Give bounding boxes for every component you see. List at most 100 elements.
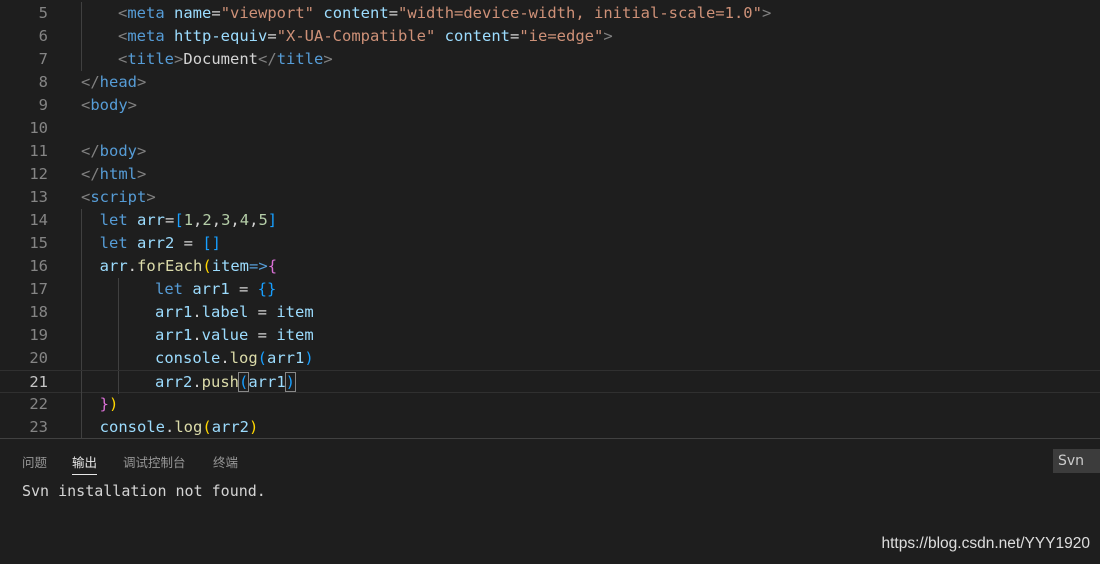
code-line[interactable]: 18 arr1.label = item <box>0 301 1100 324</box>
code-token: > <box>146 188 156 206</box>
code-token: . <box>192 326 202 344</box>
code-token: ] <box>267 211 278 229</box>
indent-guide <box>81 371 82 394</box>
code-token: name <box>174 4 212 22</box>
code-token: arr2 <box>211 418 250 436</box>
code-text: <title>Document</title> <box>118 48 333 71</box>
code-token: arr1 <box>192 280 230 298</box>
code-token: 4 <box>239 211 250 229</box>
code-token: item <box>276 303 314 321</box>
code-token: < <box>81 96 91 114</box>
code-token: "X-UA-Compatible" <box>276 27 436 45</box>
code-line[interactable]: 16 arr.forEach(item=>{ <box>0 255 1100 278</box>
output-text: Svn installation not found. <box>22 482 266 500</box>
code-token: [ <box>174 211 184 229</box>
code-token: 2 <box>202 211 212 229</box>
code-editor[interactable]: 5 <meta name="viewport" content="width=de… <box>0 0 1100 438</box>
code-line[interactable]: 21 arr2.push(arr1) <box>0 370 1100 394</box>
tab-problems[interactable]: 问题 <box>22 452 47 471</box>
indent-guide <box>81 324 82 347</box>
code-token: ( <box>202 418 212 436</box>
code-text: arr.forEach(item=>{ <box>81 255 277 278</box>
code-token: head <box>99 73 137 91</box>
code-token: , <box>193 211 203 229</box>
code-token: ) <box>249 418 259 436</box>
code-line[interactable]: 23 console.log(arr2) <box>0 416 1100 438</box>
line-number: 12 <box>29 165 48 183</box>
code-token: = <box>267 27 277 45</box>
code-text: arr1.label = item <box>155 301 314 324</box>
code-token: {} <box>257 280 277 298</box>
indent-guide <box>118 301 119 324</box>
code-token: . <box>165 418 175 436</box>
line-number: 20 <box>29 349 48 367</box>
indent-guide <box>81 301 82 324</box>
code-token: < <box>118 4 128 22</box>
code-token: arr <box>137 211 166 229</box>
code-line[interactable]: 13 <script> <box>0 186 1100 209</box>
code-token: > <box>323 50 333 68</box>
code-text: let arr2 = [] <box>81 232 221 255</box>
line-number: 17 <box>29 280 48 298</box>
code-text: arr2.push(arr1) <box>155 371 297 394</box>
code-line[interactable]: 5 <meta name="viewport" content="width=de… <box>0 2 1100 25</box>
tab-terminal[interactable]: 终端 <box>213 452 238 471</box>
code-token: body <box>90 96 128 114</box>
code-token: script <box>90 188 147 206</box>
code-line[interactable]: 17 let arr1 = {} <box>0 278 1100 301</box>
code-line[interactable]: 22 }) <box>0 393 1100 416</box>
code-token: { <box>267 257 278 275</box>
code-token: forEach <box>137 257 203 275</box>
code-line[interactable]: 20 console.log(arr1) <box>0 347 1100 370</box>
code-text: </body> <box>81 140 146 163</box>
code-line[interactable]: 9 <body> <box>0 94 1100 117</box>
code-token: . <box>192 373 202 391</box>
code-line[interactable]: 15 let arr2 = [] <box>0 232 1100 255</box>
code-token: arr2 <box>155 373 193 391</box>
code-token: = <box>510 27 520 45</box>
code-token: title <box>276 50 324 68</box>
code-token: > <box>761 4 772 22</box>
code-line[interactable]: 7 <title>Document</title> <box>0 48 1100 71</box>
code-token: 5 <box>258 211 268 229</box>
code-token: = <box>248 326 277 344</box>
code-line[interactable]: 10 <box>0 117 1100 140</box>
code-line[interactable]: 14 let arr=[1,2,3,4,5] <box>0 209 1100 232</box>
code-text: let arr1 = {} <box>155 278 276 301</box>
code-line[interactable]: 11 </body> <box>0 140 1100 163</box>
code-token: ) <box>284 372 297 392</box>
code-token: body <box>99 142 137 160</box>
indent-guide <box>118 371 119 394</box>
code-token: = <box>229 280 258 298</box>
code-text: <meta name="viewport" content="width=dev… <box>118 2 771 25</box>
line-number: 9 <box>38 96 48 114</box>
code-line[interactable]: 8 </head> <box>0 71 1100 94</box>
code-token: </ <box>81 73 100 91</box>
line-number: 6 <box>38 27 48 45</box>
code-token: html <box>99 165 137 183</box>
watermark: https://blog.csdn.net/YYY1920 <box>881 535 1090 552</box>
code-token: > <box>137 165 147 183</box>
code-token: = <box>388 4 399 22</box>
code-token: </ <box>81 165 100 183</box>
code-token: content <box>323 4 389 22</box>
tab-output[interactable]: 输出 <box>72 452 98 475</box>
code-line[interactable]: 19 arr1.value = item <box>0 324 1100 347</box>
code-line[interactable]: 6 <meta http-equiv="X-UA-Compatible" cont… <box>0 25 1100 48</box>
code-token: > <box>137 73 147 91</box>
code-token: arr1 <box>267 349 305 367</box>
code-token: } <box>99 395 110 413</box>
line-number: 22 <box>29 395 48 413</box>
code-text: arr1.value = item <box>155 324 314 347</box>
tab-debug-console[interactable]: 调试控制台 <box>123 452 186 471</box>
code-token: arr1 <box>155 303 193 321</box>
code-token: . <box>127 257 138 275</box>
code-line[interactable]: 12 </html> <box>0 163 1100 186</box>
code-token: console <box>99 418 165 436</box>
code-token: , <box>211 211 222 229</box>
output-channel-select[interactable]: Svn <box>1053 449 1100 473</box>
code-token: ) <box>304 349 314 367</box>
indent-guide <box>81 347 82 370</box>
code-token: push <box>201 373 239 391</box>
